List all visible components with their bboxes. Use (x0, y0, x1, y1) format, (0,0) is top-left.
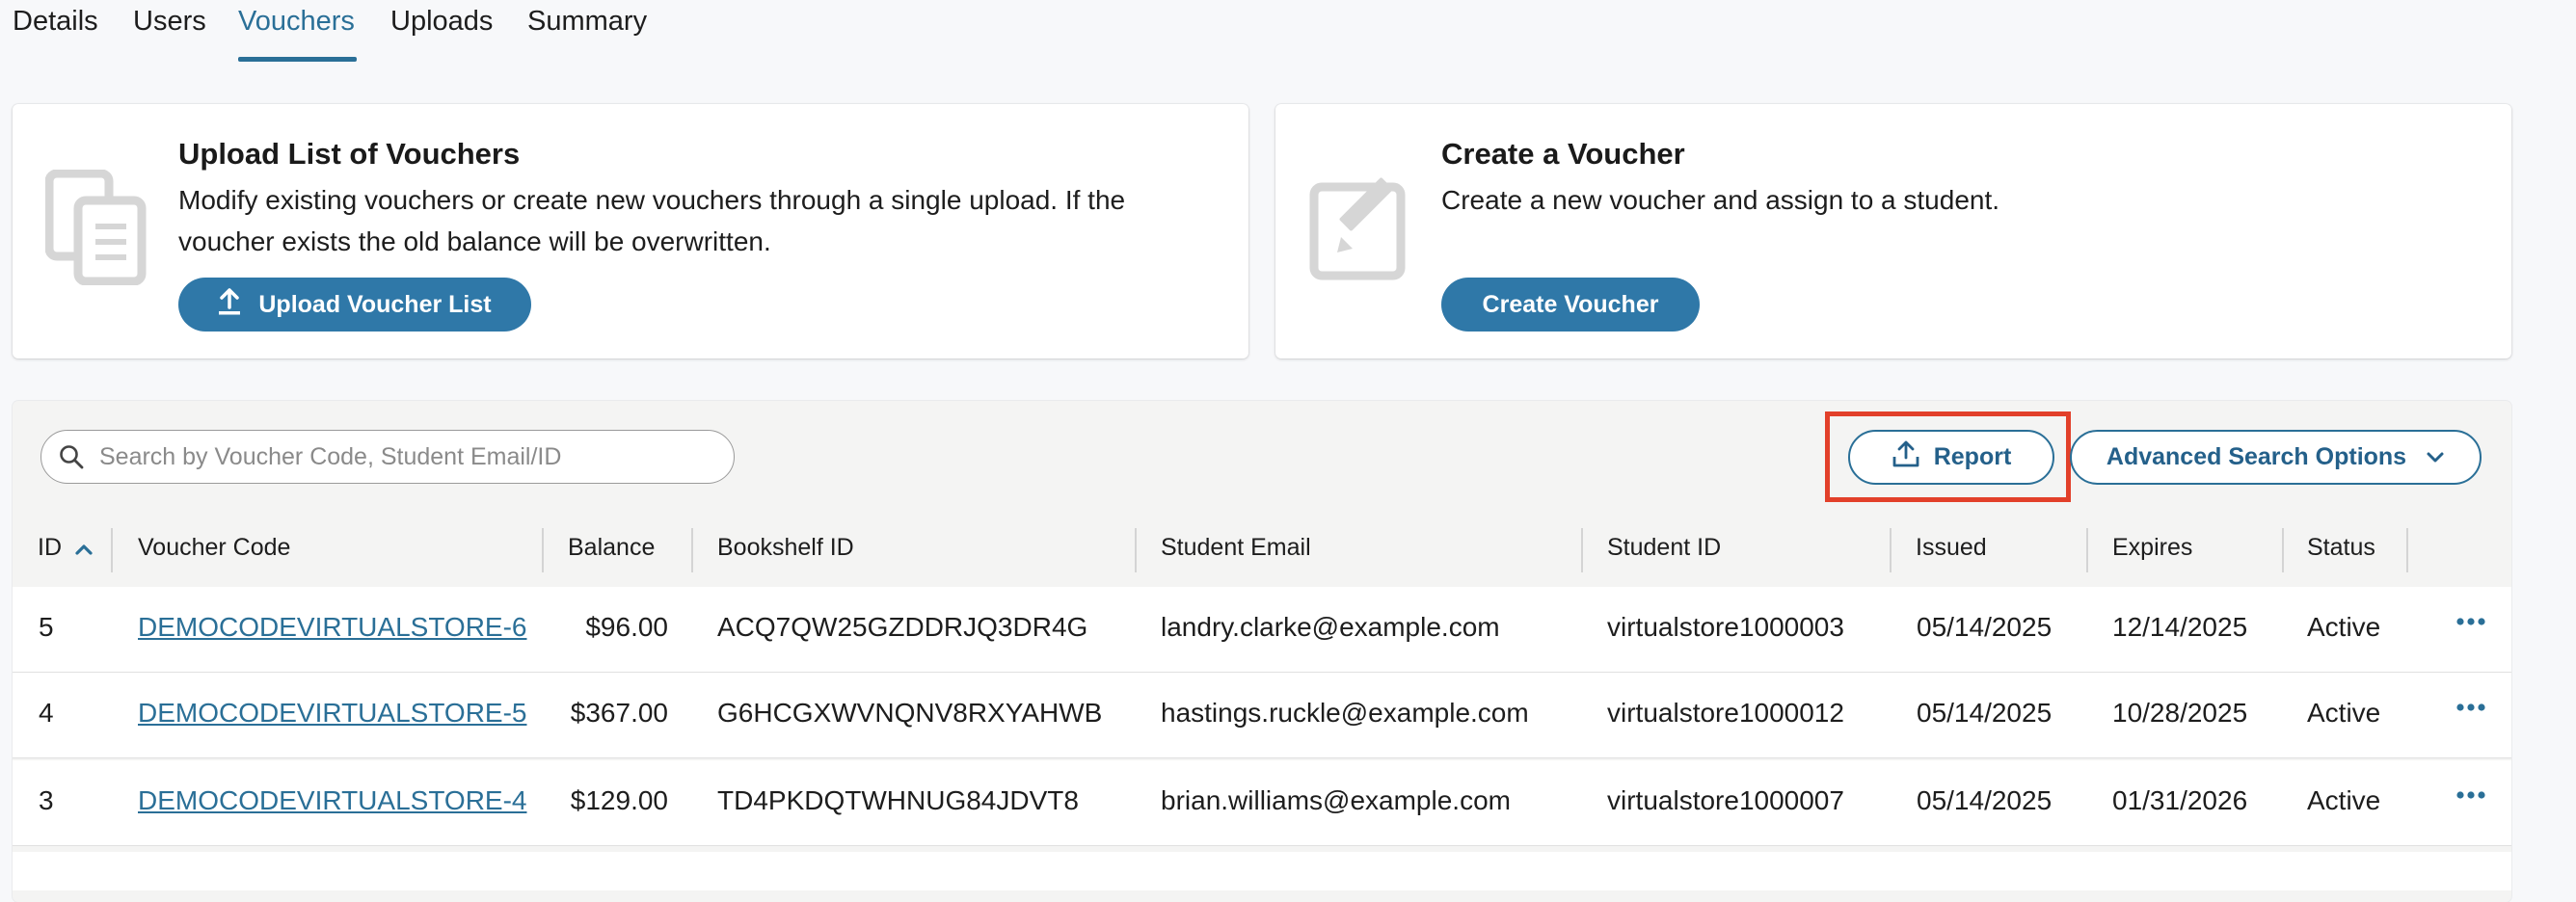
cell-balance: $129.00 (570, 785, 668, 815)
more-options-icon[interactable] (2456, 700, 2485, 717)
create-voucher-card: Create a Voucher Create a new voucher an… (1275, 104, 2511, 358)
column-header-student-email[interactable]: Student Email (1161, 534, 1311, 562)
cell-issued: 05/14/2025 (1917, 785, 2053, 815)
upload-voucher-list-button[interactable]: Upload Voucher List (178, 278, 531, 332)
column-separator (2086, 528, 2088, 572)
tab-uploads[interactable]: Uploads (390, 6, 493, 38)
voucher-code-link[interactable]: DEMOCODEVIRTUALSTORE-4 (138, 785, 526, 816)
tab-details[interactable]: Details (13, 6, 98, 38)
report-label: Report (1933, 443, 2012, 470)
cell-bookshelf-id: TD4PKDQTWHNUG84JDVT8 (717, 785, 1079, 815)
column-separator (691, 528, 693, 572)
cell-status: Active (2307, 698, 2381, 728)
column-header-id[interactable]: ID (38, 534, 94, 563)
cell-student-id: virtualstore1000003 (1607, 612, 1844, 642)
export-icon (1892, 439, 1920, 475)
column-header-expires[interactable]: Expires (2112, 534, 2192, 562)
edit-icon (1308, 170, 1412, 290)
cell-balance: $96.00 (585, 612, 668, 642)
column-separator (2282, 528, 2284, 572)
upload-icon (218, 287, 241, 322)
sort-ascending-icon (74, 535, 94, 563)
column-header-voucher-code[interactable]: Voucher Code (138, 534, 290, 562)
cell-student-email: hastings.ruckle@example.com (1161, 698, 1529, 728)
column-header-student-id[interactable]: Student ID (1607, 534, 1721, 562)
create-voucher-label: Create Voucher (1482, 290, 1659, 318)
cell-id: 3 (39, 785, 54, 815)
table-row: 4 DEMOCODEVIRTUALSTORE-5 $367.00 G6HCGXW… (13, 673, 2511, 758)
cell-bookshelf-id: G6HCGXWVNQNV8RXYAHWB (717, 698, 1103, 728)
tab-summary[interactable]: Summary (527, 6, 647, 38)
cell-student-email: landry.clarke@example.com (1161, 612, 1500, 642)
upload-card-description: Modify existing vouchers or create new v… (178, 185, 1126, 256)
cell-issued: 05/14/2025 (1917, 612, 2053, 642)
chevron-down-icon (2426, 443, 2445, 471)
more-options-icon[interactable] (2456, 614, 2485, 631)
upload-vouchers-card: Upload List of Vouchers Modify existing … (13, 104, 1248, 358)
cell-issued: 05/14/2025 (1917, 698, 2053, 728)
column-separator (111, 528, 113, 572)
cell-expires: 01/31/2026 (2112, 785, 2248, 815)
column-separator (2406, 528, 2408, 572)
upload-voucher-list-label: Upload Voucher List (258, 290, 492, 318)
column-header-status[interactable]: Status (2307, 534, 2375, 562)
cell-student-id: virtualstore1000007 (1607, 785, 1844, 815)
create-voucher-button[interactable]: Create Voucher (1441, 278, 1700, 332)
create-card-title: Create a Voucher (1441, 137, 1685, 171)
cell-id: 4 (39, 698, 54, 728)
column-separator (1890, 528, 1892, 572)
table-row-partial (13, 852, 2511, 890)
cell-status: Active (2307, 785, 2381, 815)
table-row: 3 DEMOCODEVIRTUALSTORE-4 $129.00 TD4PKDQ… (13, 760, 2511, 846)
advanced-search-label: Advanced Search Options (2106, 443, 2407, 470)
upload-card-title: Upload List of Vouchers (178, 137, 521, 171)
cell-id: 5 (39, 612, 54, 642)
cell-student-email: brian.williams@example.com (1161, 785, 1511, 815)
active-tab-indicator (238, 57, 357, 62)
more-options-icon[interactable] (2456, 787, 2485, 805)
copy-document-icon (44, 169, 149, 290)
search-box (40, 430, 735, 484)
column-separator (1135, 528, 1137, 572)
column-header-issued[interactable]: Issued (1916, 534, 1987, 562)
table-row: 5 DEMOCODEVIRTUALSTORE-6 $96.00 ACQ7QW25… (13, 587, 2511, 673)
search-icon (59, 444, 84, 474)
cell-status: Active (2307, 612, 2381, 642)
cell-expires: 12/14/2025 (2112, 612, 2248, 642)
cell-balance: $367.00 (570, 698, 668, 728)
cell-expires: 10/28/2025 (2112, 698, 2248, 728)
create-card-description: Create a new voucher and assign to a stu… (1441, 185, 2000, 215)
tab-users[interactable]: Users (133, 6, 206, 38)
cell-bookshelf-id: ACQ7QW25GZDDRJQ3DR4G (717, 612, 1088, 642)
voucher-code-link[interactable]: DEMOCODEVIRTUALSTORE-5 (138, 698, 526, 729)
search-input[interactable] (97, 431, 718, 484)
column-separator (1581, 528, 1583, 572)
column-header-bookshelf-id[interactable]: Bookshelf ID (717, 534, 854, 562)
column-header-balance[interactable]: Balance (568, 534, 655, 562)
report-button[interactable]: Report (1848, 430, 2054, 485)
tab-vouchers[interactable]: Vouchers (238, 6, 355, 38)
voucher-code-link[interactable]: DEMOCODEVIRTUALSTORE-6 (138, 612, 526, 643)
advanced-search-options-button[interactable]: Advanced Search Options (2070, 430, 2482, 485)
cell-student-id: virtualstore1000012 (1607, 698, 1844, 728)
table-header: ID Voucher Code Balance Bookshelf ID Stu… (13, 513, 2511, 586)
column-separator (542, 528, 544, 572)
